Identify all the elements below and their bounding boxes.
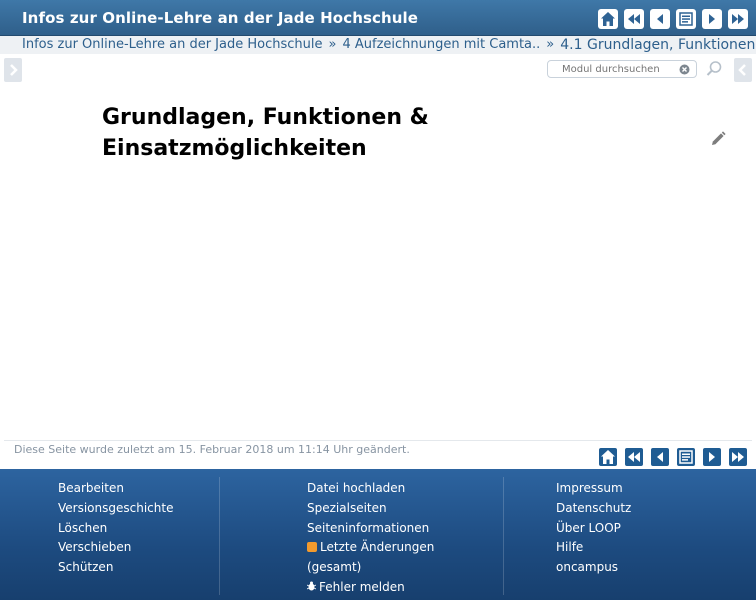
home-icon[interactable] bbox=[598, 9, 618, 29]
footer-link-special-pages[interactable]: Spezialseiten bbox=[307, 499, 457, 519]
previous-page-icon[interactable] bbox=[650, 447, 670, 467]
breadcrumb-item-course[interactable]: Infos zur Online-Lehre an der Jade Hochs… bbox=[22, 36, 323, 54]
left-sidebar-toggle[interactable] bbox=[4, 58, 22, 82]
footer-link-move[interactable]: Verschieben bbox=[58, 538, 173, 558]
chevron-left-icon bbox=[738, 64, 746, 76]
footer-link-delete[interactable]: Löschen bbox=[58, 519, 173, 539]
footer-column-info: Impressum Datenschutz Über LOOP Hilfe on… bbox=[556, 479, 631, 578]
last-page-icon[interactable] bbox=[728, 9, 748, 29]
footer-link-help[interactable]: Hilfe bbox=[556, 538, 631, 558]
search-input[interactable] bbox=[562, 61, 677, 77]
breadcrumb: Infos zur Online-Lehre an der Jade Hochs… bbox=[0, 36, 756, 54]
breadcrumb-separator: » bbox=[328, 37, 337, 52]
footer-link-oncampus[interactable]: oncampus bbox=[556, 558, 631, 578]
footer-column-actions: Bearbeiten Versionsgeschichte Löschen Ve… bbox=[58, 479, 173, 578]
site-title[interactable]: Infos zur Online-Lehre an der Jade Hochs… bbox=[22, 9, 418, 27]
footer-column-tools: Datei hochladen Spezialseiten Seiteninfo… bbox=[306, 479, 457, 598]
footer-link-about-loop[interactable]: Über LOOP bbox=[556, 519, 631, 539]
footer-link-privacy[interactable]: Datenschutz bbox=[556, 499, 631, 519]
next-page-icon[interactable] bbox=[702, 447, 722, 467]
first-page-icon[interactable] bbox=[624, 9, 644, 29]
bug-icon bbox=[306, 578, 317, 598]
footer: Bearbeiten Versionsgeschichte Löschen Ve… bbox=[0, 469, 756, 600]
last-page-icon[interactable] bbox=[728, 447, 748, 467]
footer-link-report-bug[interactable]: Fehler melden bbox=[306, 578, 457, 598]
toc-icon[interactable] bbox=[676, 447, 696, 467]
top-navigation bbox=[598, 9, 748, 29]
bottom-navigation bbox=[598, 447, 748, 467]
toc-icon[interactable] bbox=[676, 9, 696, 29]
header-bar: Infos zur Online-Lehre an der Jade Hochs… bbox=[0, 0, 756, 36]
footer-link-recent-changes[interactable]: Letzte Änderungen (gesamt) bbox=[307, 538, 457, 578]
home-icon[interactable] bbox=[598, 447, 618, 467]
search-icon[interactable] bbox=[705, 60, 723, 82]
chevron-right-icon bbox=[10, 64, 18, 76]
footer-link-imprint[interactable]: Impressum bbox=[556, 479, 631, 499]
breadcrumb-item-current[interactable]: 4.1 Grundlagen, Funktionen & bbox=[560, 36, 756, 54]
first-page-icon[interactable] bbox=[624, 447, 644, 467]
report-bug-label: Fehler melden bbox=[319, 579, 405, 594]
footer-link-upload[interactable]: Datei hochladen bbox=[307, 479, 457, 499]
footer-link-history[interactable]: Versionsgeschichte bbox=[58, 499, 173, 519]
breadcrumb-separator: » bbox=[546, 37, 555, 52]
clear-search-icon[interactable] bbox=[679, 64, 690, 81]
previous-page-icon[interactable] bbox=[650, 9, 670, 29]
recent-changes-label: Letzte Änderungen (gesamt) bbox=[307, 540, 435, 575]
next-page-icon[interactable] bbox=[702, 9, 722, 29]
search-box bbox=[547, 60, 697, 78]
edit-pencil-icon[interactable] bbox=[709, 130, 727, 152]
footer-divider bbox=[219, 477, 220, 595]
right-sidebar-toggle[interactable] bbox=[734, 58, 752, 82]
footer-divider bbox=[503, 477, 504, 595]
page-title: Grundlagen, Funktionen & Einsatzmöglichk… bbox=[102, 105, 429, 161]
rss-icon bbox=[307, 542, 317, 553]
footer-link-page-info[interactable]: Seiteninformationen bbox=[307, 519, 457, 539]
breadcrumb-item-chapter[interactable]: 4 Aufzeichnungen mit Camta.. bbox=[342, 36, 540, 54]
footer-link-edit[interactable]: Bearbeiten bbox=[58, 479, 173, 499]
footer-link-protect[interactable]: Schützen bbox=[58, 558, 173, 578]
